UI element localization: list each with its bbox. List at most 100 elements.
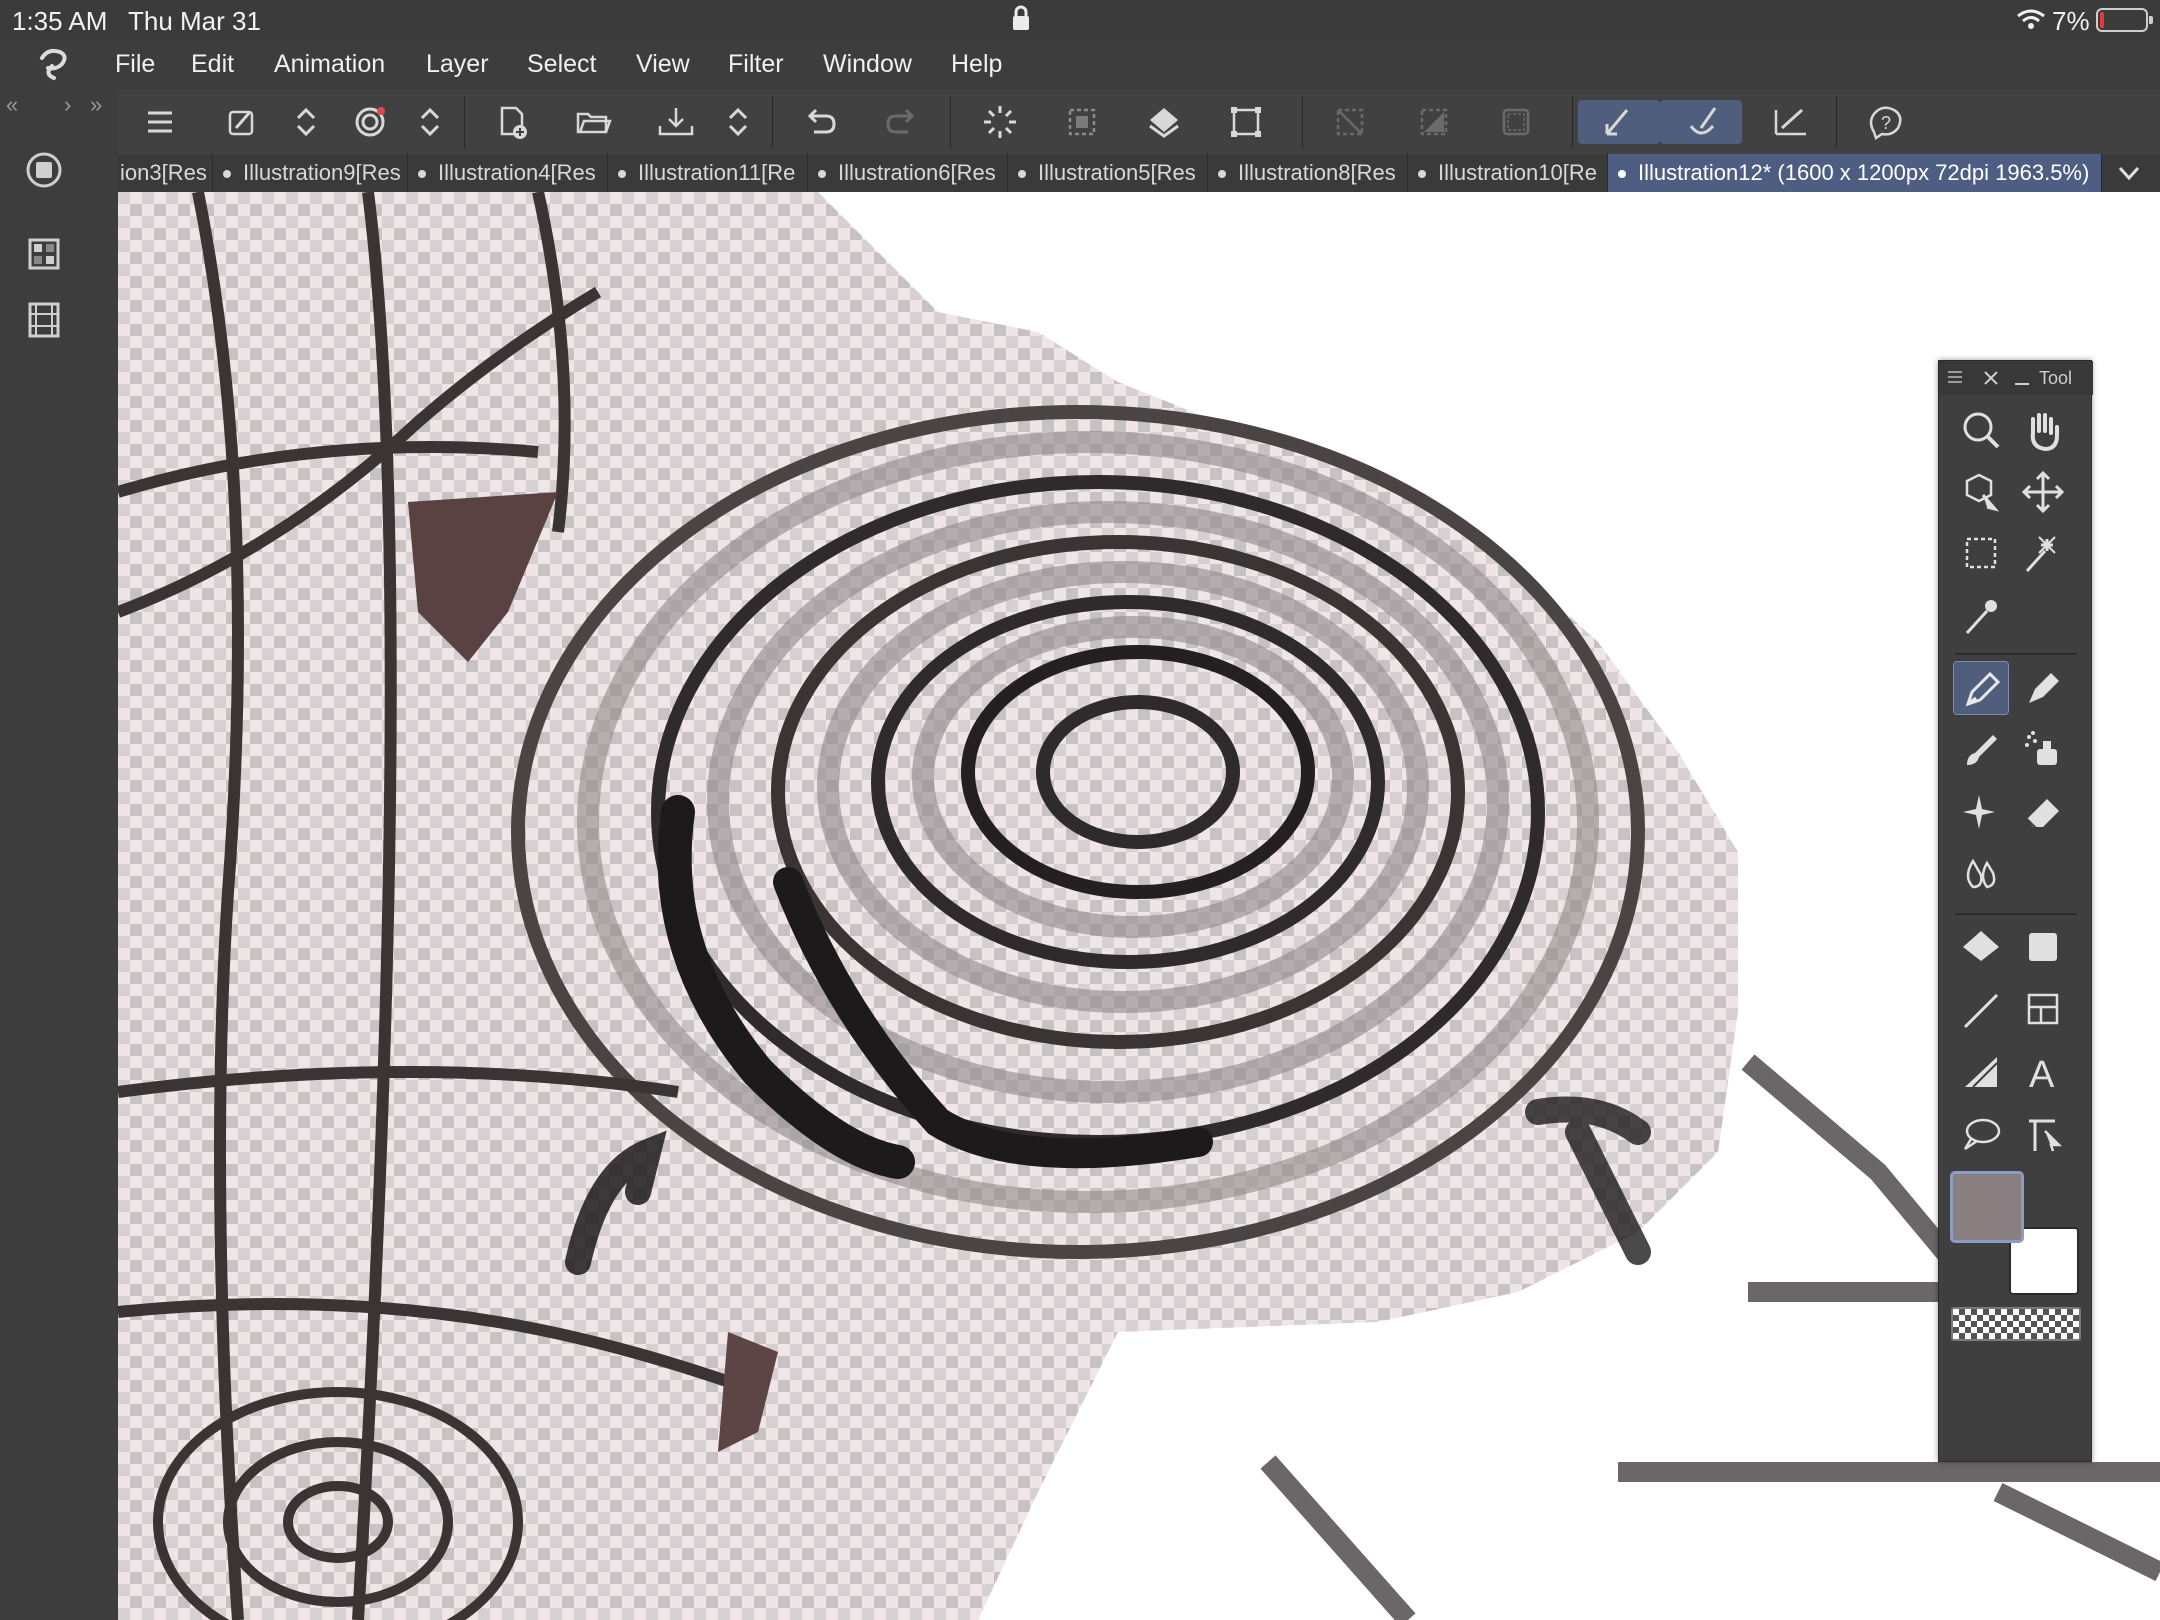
- app-window: 1:35 AM Thu Mar 31 7% File Edit Animatio…: [0, 0, 2160, 1620]
- menu-file[interactable]: File: [115, 50, 155, 79]
- tab-label: Illustration10[Re: [1438, 160, 1597, 185]
- status-bar: 1:35 AM Thu Mar 31 7%: [0, 0, 2160, 40]
- loading-icon[interactable]: [978, 100, 1022, 144]
- figure-icon[interactable]: [1953, 983, 2009, 1037]
- brush-active-icon[interactable]: [1660, 100, 1742, 144]
- frame-icon[interactable]: [2015, 983, 2071, 1037]
- eraser-icon[interactable]: [2015, 785, 2071, 839]
- command-bar: ?: [118, 90, 2160, 154]
- move-icon[interactable]: [2015, 465, 2071, 519]
- menu-edit[interactable]: Edit: [191, 50, 234, 79]
- tab-illustration3[interactable]: ion3[Res: [118, 154, 213, 192]
- tool-palette: Tool A: [1938, 360, 2093, 1462]
- brush-settings-icon[interactable]: [220, 100, 264, 144]
- tab-illustration5[interactable]: Illustration5[Res: [1008, 154, 1208, 192]
- svg-text:?: ?: [1881, 113, 1891, 133]
- tool-palette-header[interactable]: Tool: [1939, 361, 2093, 395]
- minimize-icon[interactable]: [2013, 369, 2031, 387]
- correct-line-icon[interactable]: [2015, 1107, 2071, 1161]
- menu-view[interactable]: View: [636, 50, 690, 79]
- tab-illustration10[interactable]: Illustration10[Re: [1408, 154, 1608, 192]
- tab-label: ion3[Res: [120, 160, 207, 185]
- ruler-icon[interactable]: [1768, 100, 1812, 144]
- pen-icon[interactable]: [1953, 661, 2009, 715]
- tab-label: Illustration5[Res: [1038, 160, 1196, 185]
- marquee-icon[interactable]: [1953, 527, 2009, 581]
- decoration-icon[interactable]: [1953, 785, 2009, 839]
- chevron-down-icon[interactable]: [2114, 158, 2144, 188]
- object-icon[interactable]: [1953, 465, 2009, 519]
- menu-icon[interactable]: [138, 100, 182, 144]
- redo-icon[interactable]: [880, 100, 924, 144]
- expand-left-button[interactable]: »: [90, 92, 102, 118]
- status-date: Thu Mar 31: [128, 6, 261, 36]
- fill-icon[interactable]: [1142, 100, 1186, 144]
- next-panel-button[interactable]: ›: [64, 92, 71, 118]
- tab-illustration4[interactable]: Illustration4[Res: [408, 154, 608, 192]
- deselect-icon[interactable]: [1328, 100, 1372, 144]
- zoom-icon[interactable]: [1953, 403, 2009, 457]
- menu-window[interactable]: Window: [823, 50, 912, 79]
- tab-illustration9[interactable]: Illustration9[Res: [213, 154, 408, 192]
- open-folder-icon[interactable]: [572, 100, 616, 144]
- help-icon[interactable]: ?: [1864, 100, 1908, 144]
- updown-icon[interactable]: [716, 100, 760, 144]
- tab-illustration11[interactable]: Illustration11[Re: [608, 154, 808, 192]
- transform-icon[interactable]: [1224, 100, 1268, 144]
- drawing-canvas[interactable]: [118, 192, 2160, 1620]
- tool-palette-title: Tool: [2039, 368, 2073, 388]
- menu-layer[interactable]: Layer: [426, 50, 489, 79]
- collapse-left-button[interactable]: «: [6, 92, 18, 118]
- transparent-color-swatch[interactable]: [1951, 1307, 2081, 1341]
- menu-filter[interactable]: Filter: [728, 50, 784, 79]
- updown-icon[interactable]: [284, 100, 328, 144]
- tab-illustration6[interactable]: Illustration6[Res: [808, 154, 1008, 192]
- save-icon[interactable]: [654, 100, 698, 144]
- battery-percent: 7%: [2052, 6, 2090, 36]
- fill-icon[interactable]: [1953, 921, 2009, 975]
- lock-icon: [1013, 5, 1029, 30]
- tab-label: Illustration9[Res: [243, 160, 401, 185]
- grip-icon[interactable]: [1945, 367, 1965, 387]
- new-canvas-icon[interactable]: [490, 100, 534, 144]
- timeline-icon[interactable]: [24, 300, 64, 340]
- selection-border-icon[interactable]: [1494, 100, 1538, 144]
- status-time: 1:35 AM: [12, 6, 108, 36]
- gradient-icon[interactable]: [2015, 921, 2071, 975]
- tab-label: Illustration11[Re: [638, 160, 796, 185]
- tab-label: Illustration6[Res: [838, 160, 996, 185]
- color-set-icon[interactable]: [24, 234, 64, 274]
- left-panel-strip: « › »: [0, 90, 118, 1620]
- layer-panel-icon[interactable]: [24, 150, 64, 190]
- tab-illustration8[interactable]: Illustration8[Res: [1208, 154, 1408, 192]
- close-icon[interactable]: [1981, 368, 2001, 388]
- ruler-icon[interactable]: [1953, 1045, 2009, 1099]
- text-icon[interactable]: A: [2015, 1045, 2071, 1099]
- updown-icon[interactable]: [408, 100, 452, 144]
- tab-label: Illustration12* (1600 x 1200px 72dpi 196…: [1638, 160, 2090, 185]
- blend-icon[interactable]: [1953, 847, 2009, 901]
- brush-icon[interactable]: [1953, 723, 2009, 777]
- eyedropper-icon[interactable]: [1953, 589, 2009, 643]
- tab-illustration12[interactable]: Illustration12* (1600 x 1200px 72dpi 196…: [1608, 154, 2102, 192]
- tab-label: Illustration8[Res: [1238, 160, 1396, 185]
- spiral-icon[interactable]: [348, 100, 392, 144]
- menu-help[interactable]: Help: [951, 50, 1002, 79]
- pen-active-icon[interactable]: [1578, 100, 1660, 144]
- invert-selection-icon[interactable]: [1412, 100, 1456, 144]
- rose-artwork: [118, 192, 2160, 1620]
- airbrush-icon[interactable]: [2015, 723, 2071, 777]
- clear-selection-icon[interactable]: [1060, 100, 1104, 144]
- balloon-icon[interactable]: [1953, 1107, 2009, 1161]
- app-logo-icon[interactable]: [34, 44, 74, 84]
- pencil-icon[interactable]: [2015, 661, 2071, 715]
- auto-select-icon[interactable]: [2015, 527, 2071, 581]
- menu-bar: File Edit Animation Layer Select View Fi…: [0, 40, 2160, 90]
- main-color-swatch[interactable]: [1950, 1171, 2024, 1243]
- wifi-icon: [2017, 9, 2045, 29]
- menu-animation[interactable]: Animation: [274, 50, 385, 79]
- menu-select[interactable]: Select: [527, 50, 596, 79]
- battery-icon: [2096, 8, 2153, 32]
- undo-icon[interactable]: [798, 100, 842, 144]
- hand-icon[interactable]: [2015, 403, 2071, 457]
